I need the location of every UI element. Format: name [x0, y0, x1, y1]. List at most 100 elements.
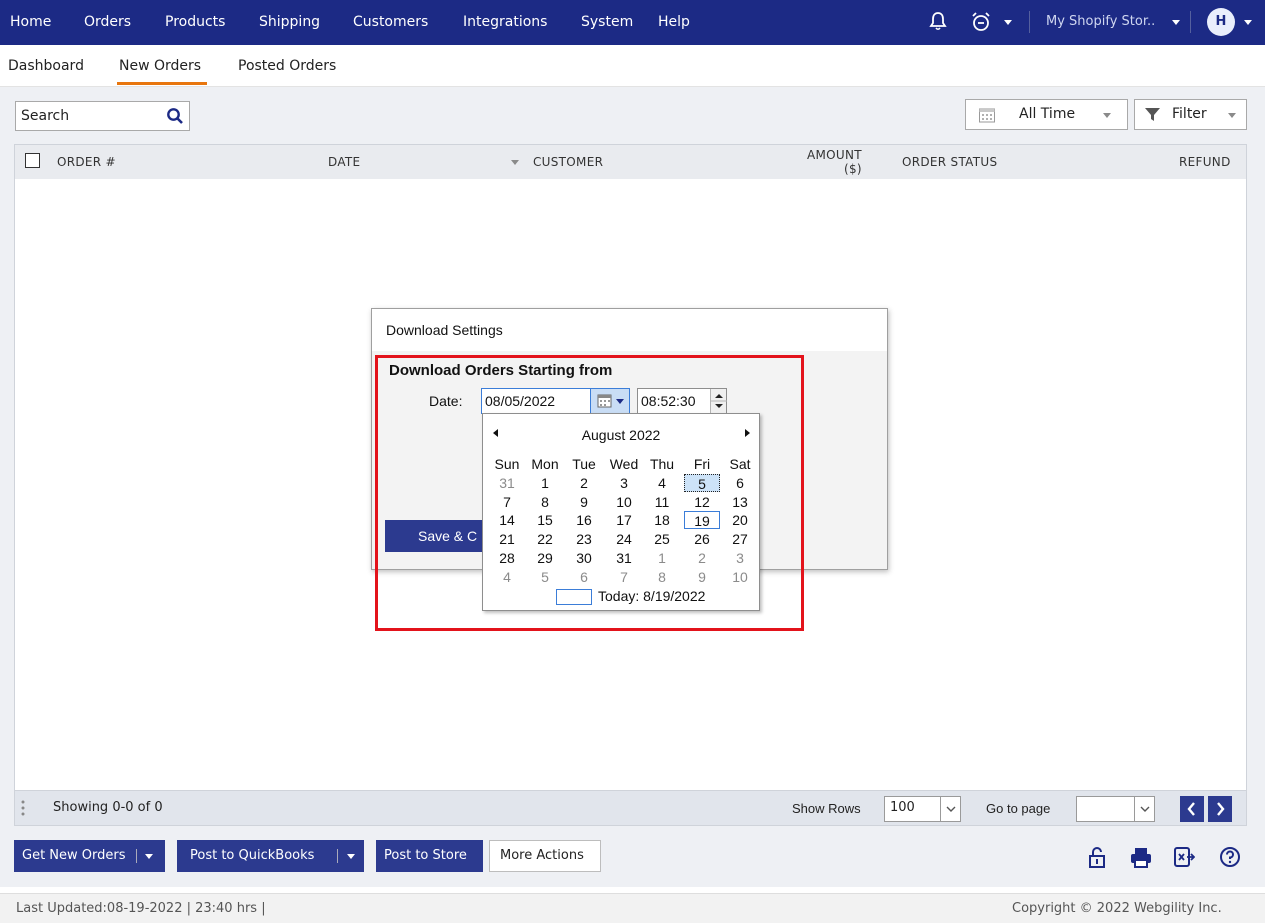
nav-system[interactable]: System — [581, 0, 633, 45]
calendar-day[interactable]: 10 — [606, 493, 642, 511]
calendar-day[interactable]: 7 — [606, 568, 642, 586]
calendar-day[interactable]: 11 — [644, 493, 680, 511]
get-new-orders-button[interactable]: Get New Orders — [14, 840, 165, 872]
alarm-clock-icon[interactable] — [970, 11, 992, 37]
bell-icon[interactable] — [929, 11, 947, 35]
calendar-day[interactable]: 3 — [722, 549, 758, 567]
store-selector[interactable]: My Shopify Stor.. — [1046, 0, 1155, 45]
calendar-day[interactable]: 5 — [527, 568, 563, 586]
search-input[interactable] — [16, 102, 161, 130]
column-customer[interactable]: CUSTOMER — [533, 155, 603, 169]
previous-page-button[interactable] — [1180, 796, 1204, 822]
avatar[interactable]: H — [1207, 8, 1235, 36]
post-to-quickbooks-caret[interactable] — [347, 854, 355, 859]
nav-customers[interactable]: Customers — [353, 0, 428, 45]
calendar-day[interactable]: 17 — [606, 511, 642, 529]
nav-shipping[interactable]: Shipping — [259, 0, 320, 45]
calendar-day[interactable]: 26 — [684, 530, 720, 548]
search-icon[interactable] — [166, 107, 184, 129]
calendar-day[interactable]: 7 — [489, 493, 525, 511]
time-spinner[interactable] — [710, 389, 727, 413]
store-dropdown-caret[interactable] — [1172, 20, 1180, 25]
calendar-day[interactable]: 31 — [489, 474, 525, 492]
calendar-day[interactable]: 6 — [722, 474, 758, 492]
date-picker-button[interactable] — [590, 388, 630, 414]
calendar-day[interactable]: 9 — [684, 568, 720, 586]
column-refund[interactable]: REFUND — [1179, 155, 1231, 169]
calendar-day[interactable]: 10 — [722, 568, 758, 586]
column-date[interactable]: DATE — [328, 155, 360, 169]
get-new-orders-caret[interactable] — [145, 854, 153, 859]
date-range-select[interactable]: All Time — [965, 99, 1128, 130]
calendar-day[interactable]: 5 — [684, 474, 720, 492]
status-footer: Last Updated:08-19-2022 | 23:40 hrs | Co… — [0, 893, 1265, 923]
calendar-day[interactable]: 29 — [527, 549, 563, 567]
calendar-day[interactable]: 2 — [566, 474, 602, 492]
calendar-day[interactable]: 1 — [527, 474, 563, 492]
calendar-day[interactable]: 12 — [684, 493, 720, 511]
tab-dashboard[interactable]: Dashboard — [8, 58, 84, 74]
weekday-header: Thu — [649, 456, 675, 472]
calendar-day[interactable]: 9 — [566, 493, 602, 511]
tab-posted-orders[interactable]: Posted Orders — [238, 58, 336, 74]
calendar-day[interactable]: 2 — [684, 549, 720, 567]
calendar-day[interactable]: 27 — [722, 530, 758, 548]
nav-orders[interactable]: Orders — [84, 0, 131, 45]
calendar-day[interactable]: 19 — [684, 511, 720, 530]
tab-new-orders[interactable]: New Orders — [119, 58, 201, 74]
calendar-day[interactable]: 18 — [644, 511, 680, 529]
calendar-day[interactable]: 31 — [606, 549, 642, 567]
export-excel-icon[interactable] — [1173, 846, 1196, 872]
filter-button[interactable]: Filter — [1134, 99, 1247, 130]
calendar-day[interactable]: 6 — [566, 568, 602, 586]
calendar-day[interactable]: 23 — [566, 530, 602, 548]
show-rows-value: 100 — [890, 800, 915, 815]
help-icon[interactable] — [1219, 846, 1241, 872]
calendar-day[interactable]: 20 — [722, 511, 758, 529]
drag-handle-icon[interactable] — [21, 799, 25, 817]
date-input[interactable]: 08/05/2022 — [481, 388, 591, 414]
calendar-month-label[interactable]: August 2022 — [483, 427, 759, 443]
calendar-day[interactable]: 4 — [644, 474, 680, 492]
today-link[interactable]: Today: 8/19/2022 — [598, 588, 705, 604]
avatar-dropdown-caret[interactable] — [1244, 20, 1252, 25]
select-all-checkbox[interactable] — [25, 153, 40, 168]
next-page-button[interactable] — [1208, 796, 1232, 822]
calendar-day[interactable]: 3 — [606, 474, 642, 492]
post-to-quickbooks-label: Post to QuickBooks — [190, 848, 315, 863]
date-sort-icon[interactable] — [511, 160, 519, 165]
calendar-day[interactable]: 25 — [644, 530, 680, 548]
chevron-left-icon — [1187, 802, 1195, 816]
next-month-arrow-icon[interactable] — [745, 429, 750, 437]
calendar-day[interactable]: 28 — [489, 549, 525, 567]
calendar-day[interactable]: 22 — [527, 530, 563, 548]
nav-help[interactable]: Help — [658, 0, 690, 45]
calendar-day[interactable]: 8 — [527, 493, 563, 511]
calendar-day[interactable]: 24 — [606, 530, 642, 548]
nav-home[interactable]: Home — [10, 0, 51, 45]
post-to-store-button[interactable]: Post to Store — [376, 840, 483, 872]
calendar-day[interactable]: 16 — [566, 511, 602, 529]
post-to-quickbooks-button[interactable]: Post to QuickBooks — [177, 840, 364, 872]
time-input[interactable]: 08:52:30 — [637, 388, 727, 414]
nav-integrations[interactable]: Integrations — [463, 0, 547, 45]
calendar-day[interactable]: 14 — [489, 511, 525, 529]
alarm-dropdown-caret[interactable] — [1004, 20, 1012, 25]
weekday-header: Tue — [572, 456, 596, 472]
nav-products[interactable]: Products — [165, 0, 225, 45]
calendar-day[interactable]: 15 — [527, 511, 563, 529]
calendar-day[interactable]: 13 — [722, 493, 758, 511]
calendar-day[interactable]: 1 — [644, 549, 680, 567]
calendar-day[interactable]: 21 — [489, 530, 525, 548]
print-icon[interactable] — [1129, 846, 1153, 872]
calendar-day[interactable]: 4 — [489, 568, 525, 586]
go-to-page-select[interactable] — [1076, 796, 1155, 822]
calendar-day[interactable]: 8 — [644, 568, 680, 586]
column-order-number[interactable]: ORDER # — [57, 155, 116, 169]
more-actions-button[interactable]: More Actions — [489, 840, 601, 872]
column-amount[interactable]: AMOUNT — [807, 148, 862, 162]
column-order-status[interactable]: ORDER STATUS — [902, 155, 997, 169]
calendar-day[interactable]: 30 — [566, 549, 602, 567]
unlock-icon[interactable] — [1088, 846, 1106, 872]
show-rows-select[interactable]: 100 — [884, 796, 961, 822]
